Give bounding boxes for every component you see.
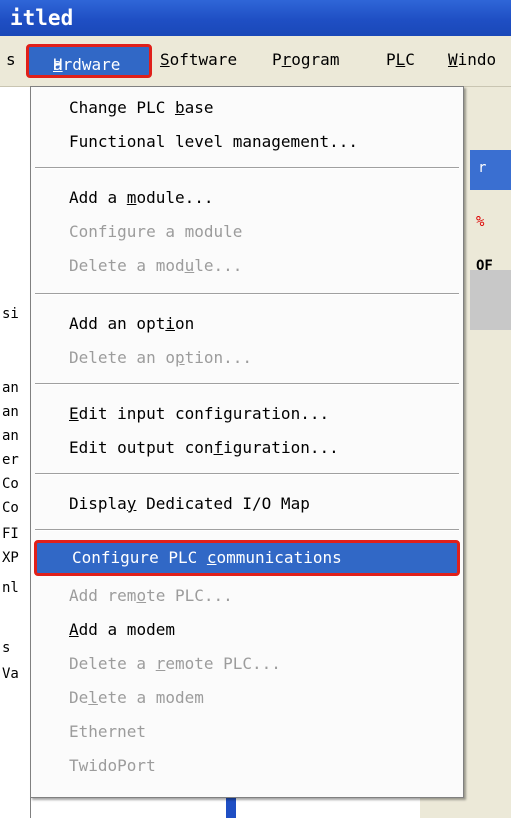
menu-window[interactable]: Windo [448,50,496,69]
menu-item-add-modem[interactable]: Add a modem [31,615,463,647]
hardware-menu-dropdown: Change PLC base Functional level managem… [30,86,464,798]
menu-item-display-dedicated-io-map[interactable]: Display Dedicated I/O Map [31,489,463,521]
menu-item-ethernet: Ethernet [69,722,147,741]
menu-bar: s Hardware Software Program PLC Windo [0,36,511,87]
menu-item-edit-input-configuration[interactable]: Edit input configuration... [31,399,463,431]
nav-fragment: Co [2,500,19,516]
menu-separator [35,529,459,531]
menu-hardware[interactable]: Hardware [26,44,152,78]
nav-fragment: si [2,306,19,322]
nav-fragment: er [2,452,19,468]
window-title: itled [0,0,511,36]
menu-item-configure-plc-communications[interactable]: Configure PLC communications [34,540,460,576]
menu-item-delete-module: Delete a module... [69,256,243,275]
nav-fragment: an [2,404,19,420]
nav-fragment: s [2,640,11,656]
nav-fragment: Va [2,666,19,682]
nav-fragment: nl [2,580,19,596]
workspace-title-strip [470,150,511,190]
nav-fragment: Co [2,476,19,492]
menu-item-edit-output-configuration[interactable]: Edit output configuration... [31,433,463,465]
menu-item-delete-modem: Delete a modem [69,688,204,707]
workspace-fragment: r [478,160,487,176]
menu-software[interactable]: Software [160,50,237,69]
menu-item-delete-remote-plc: Delete a remote PLC... [69,654,281,673]
menu-item-configure-module: Configure a module [69,222,243,241]
menu-item-change-plc-base[interactable]: Change PLC base [31,93,463,125]
nav-fragment: FI [2,526,19,542]
menu-separator [35,293,459,295]
nav-fragment: an [2,380,19,396]
menu-item-add-remote-plc: Add remote PLC... [69,586,233,605]
menu-separator [35,383,459,385]
scroll-indicator [226,798,236,818]
menu-item-add-option[interactable]: Add an option [31,309,463,341]
menu-item-delete-option: Delete an option... [69,348,253,367]
nav-fragment: an [2,428,19,444]
menu-item-add-module[interactable]: Add a module... [31,183,463,215]
menu-plc[interactable]: PLC [386,50,415,69]
menu-item-partial-s[interactable]: s [6,50,16,69]
workspace-fragment: % [476,214,485,230]
workspace-panel [470,270,511,330]
workspace-fragment: OF [476,258,493,274]
menu-separator [35,473,459,475]
menu-item-twidoport: TwidoPort [69,756,156,775]
menu-item-functional-level-management[interactable]: Functional level management... [31,127,463,159]
menu-separator [35,167,459,169]
menu-program[interactable]: Program [272,50,339,69]
nav-fragment: XP [2,550,19,566]
